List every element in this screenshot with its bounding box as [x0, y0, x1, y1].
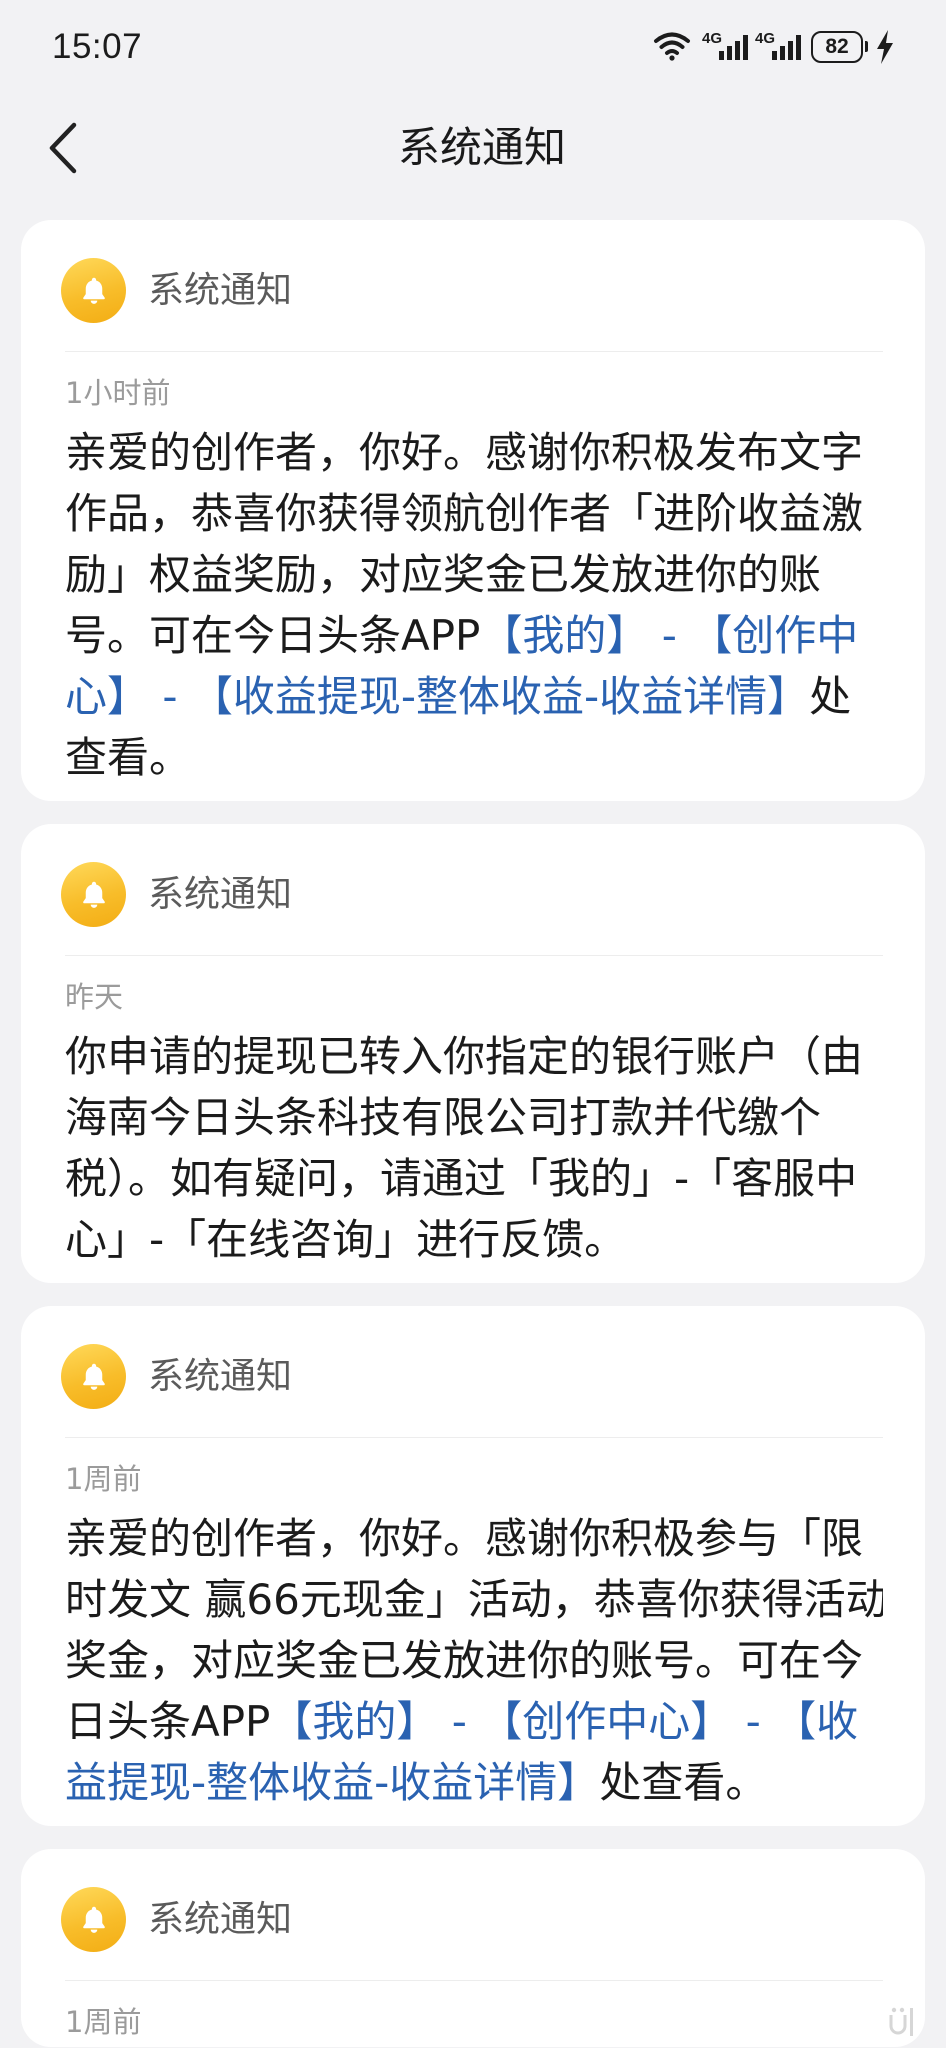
message-text: 励」权益奖励，对应奖金已发放进你的账 [65, 550, 822, 599]
message-text: 作品，恭喜你获得领航创作者「进阶收益激 [65, 489, 864, 538]
message-body: 亲爱的创作者，你好。感谢你积极参与「限 时发文 赢66元现金」活动，恭喜你获得活动… [65, 1508, 883, 1813]
sender-label: 系统通知 [148, 269, 293, 311]
message-line: 作品，恭喜你获得领航创作者「进阶收益激 [65, 483, 883, 544]
message-line: 奖金，对应奖金已发放进你的账号。可在今 [65, 1630, 883, 1691]
message-line: 你申请的提现已转入你指定的银行账户（由 [65, 1026, 883, 1087]
notification-card: 系统通知 1小时前亲爱的创作者，你好。感谢你积极发布文字 作品，恭喜你获得领航创作者… [21, 220, 925, 801]
sender-label: 系统通知 [148, 1898, 293, 1940]
timestamp: 1小时前 [65, 376, 171, 410]
page-title: 系统通知 [397, 123, 566, 172]
message-text: 你申请的提现已转入你指定的银行账户（由 [65, 1032, 864, 1081]
message-line: 亲爱的创作者，你好。感谢你积极参与「限 [65, 1508, 883, 1569]
status-icons: 4G 4G 82 [653, 28, 898, 66]
message-line: 心】 - 【收益提现-整体收益-收益详情】处 [65, 666, 883, 727]
timestamp: 1周前 [65, 2005, 142, 2039]
message-line: 查看。 [65, 727, 883, 788]
message-line: 号。可在今日头条APP【我的】 - 【创作中 [65, 605, 883, 666]
navigation-bar: 系统通知 [0, 94, 946, 202]
card-header: 系统通知 [61, 258, 883, 323]
timestamp: 1周前 [65, 1462, 142, 1496]
message-body: 亲爱的创作者，你好。感谢你积极发布文字 作品，恭喜你获得领航创作者「进阶收益激 励」… [65, 422, 883, 788]
sender-label: 系统通知 [148, 1355, 293, 1397]
notification-card: 系统通知昨天你申请的提现已转入你指定的银行账户（由 海南今日头条科技有限公司打款并… [21, 824, 925, 1283]
timestamp: 昨天 [65, 980, 124, 1014]
message-text: 号。可在今日头条APP [65, 611, 481, 660]
notification-card: 系统通知 1周前亲爱的创作者，你好。感谢你积极参与「限 时发文 赢66元现金」活动，… [21, 1306, 925, 1826]
wifi-icon [654, 32, 690, 61]
message-link[interactable]: 益提现-整体收益-收益详情】 [65, 1758, 599, 1807]
watermark-icon [889, 2007, 913, 2036]
message-text: 亲爱的创作者，你好。感谢你积极参与「限 [65, 1514, 864, 1563]
divider [65, 1980, 883, 1981]
message-line: 益提现-整体收益-收益详情】处查看。 [65, 1752, 883, 1813]
message-link[interactable]: 【我的】 - 【创作中 [480, 611, 858, 660]
message-line: 税）。如有疑问，请通过「我的」-「客服中 [65, 1148, 883, 1209]
bell-icon [61, 1887, 126, 1952]
bell-icon [61, 1344, 126, 1409]
cellular-signal-icon: 4G [702, 28, 749, 62]
message-text: 时发文 赢66元现金」活动，恭喜你获得活动 [65, 1575, 883, 1624]
divider [65, 351, 883, 352]
message-line: 日头条APP【我的】 - 【创作中心】 - 【收 [65, 1691, 883, 1752]
notification-card: 系统通知 1周前 [21, 1849, 925, 2047]
message-line: 励」权益奖励，对应奖金已发放进你的账 [65, 544, 883, 605]
divider [65, 955, 883, 956]
status-bar: 15:07 4G 4G 82 [0, 0, 946, 94]
message-text: 奖金，对应奖金已发放进你的账号。可在今 [65, 1636, 864, 1685]
message-text: 查看。 [65, 733, 192, 782]
message-text: 处 [809, 672, 852, 721]
message-line: 时发文 赢66元现金」活动，恭喜你获得活动 [65, 1569, 883, 1630]
message-text: 税）。如有疑问，请通过「我的」-「客服中 [65, 1154, 858, 1203]
lightning-bolt-icon [877, 30, 893, 64]
message-line: 海南今日头条科技有限公司打款并代缴个 [65, 1087, 883, 1148]
bell-icon [61, 862, 126, 927]
message-body: 你申请的提现已转入你指定的银行账户（由 海南今日头条科技有限公司打款并代缴个 税）。… [65, 1026, 883, 1270]
notification-list: 系统通知 1小时前亲爱的创作者，你好。感谢你积极发布文字 作品，恭喜你获得领航创作者… [0, 220, 946, 2047]
battery-icon: 82 [811, 31, 868, 63]
message-text: 日头条APP [65, 1697, 271, 1746]
message-text: 海南今日头条科技有限公司打款并代缴个 [65, 1093, 822, 1142]
card-header: 系统通知 [61, 1887, 883, 1952]
message-link[interactable]: 心】 - 【收益提现-整体收益-收益详情】 [65, 672, 809, 721]
bell-icon [61, 258, 126, 323]
card-header: 系统通知 [61, 862, 883, 927]
message-text: 心」-「在线咨询」进行反馈。 [65, 1215, 627, 1264]
message-link[interactable]: 【我的】 - 【创作中心】 - 【收 [270, 1697, 858, 1746]
divider [65, 1437, 883, 1438]
message-text: 亲爱的创作者，你好。感谢你积极发布文字 [65, 428, 864, 477]
clock: 15:07 [52, 27, 143, 66]
sender-label: 系统通知 [148, 873, 293, 915]
cellular-signal-icon: 4G [755, 28, 802, 62]
message-line: 亲爱的创作者，你好。感谢你积极发布文字 [65, 422, 883, 483]
message-text: 处查看。 [599, 1758, 768, 1807]
card-header: 系统通知 [61, 1344, 883, 1409]
message-line: 心」-「在线咨询」进行反馈。 [65, 1209, 883, 1270]
